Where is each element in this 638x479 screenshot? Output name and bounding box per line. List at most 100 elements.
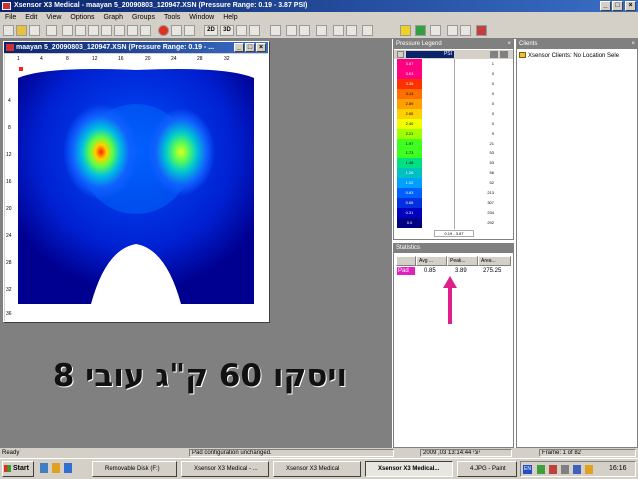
stats-col-peak[interactable]: Peak... xyxy=(447,256,478,266)
doc-icon xyxy=(6,44,14,51)
group-icon[interactable] xyxy=(430,25,441,36)
prev-frame-icon[interactable] xyxy=(75,25,86,36)
quicklaunch-folder-icon[interactable] xyxy=(52,463,60,473)
legend-range-label: 0.19 - 3.87 xyxy=(434,230,474,237)
x-tick: 8 xyxy=(66,56,69,62)
rectangle-icon[interactable] xyxy=(447,25,458,36)
menu-file[interactable]: File xyxy=(5,14,16,21)
stats-col-avg[interactable]: Avg ... xyxy=(416,256,447,266)
menu-view[interactable]: View xyxy=(46,14,61,21)
quicklaunch-browser-icon[interactable] xyxy=(64,463,72,473)
task-paint[interactable]: 4.JPG - Paint xyxy=(457,461,517,477)
usb-icon[interactable] xyxy=(573,465,581,474)
ellipse-icon[interactable] xyxy=(460,25,471,36)
grid-icon[interactable] xyxy=(236,25,247,36)
pause-icon[interactable] xyxy=(101,25,112,36)
loop-icon[interactable] xyxy=(171,25,182,36)
status-bar: Ready Pad configuration unchanged. 2009 … xyxy=(0,448,638,458)
zoom-icon[interactable] xyxy=(286,25,297,36)
legend-arrow-icon[interactable] xyxy=(490,51,498,58)
status-frame: Frame: 1 of 82 xyxy=(539,449,636,457)
clock: 16:16 xyxy=(609,465,627,472)
3d-view-button[interactable]: 3D xyxy=(220,25,234,36)
menu-tools[interactable]: Tools xyxy=(164,14,180,21)
table-icon[interactable] xyxy=(270,25,281,36)
legend-toolbar: PSI xyxy=(394,50,513,59)
slide-caption: ויסקו 60 ק"ג עובי 8 xyxy=(52,358,348,394)
next-frame-icon[interactable] xyxy=(127,25,138,36)
last-frame-icon[interactable] xyxy=(140,25,151,36)
cross-icon[interactable] xyxy=(333,25,344,36)
menu-edit[interactable]: Edit xyxy=(25,14,37,21)
marker-icon[interactable] xyxy=(476,25,487,36)
pressure-hotspot-right xyxy=(147,108,215,196)
maximize-button[interactable]: □ xyxy=(612,1,623,11)
x-tick: 20 xyxy=(145,56,151,62)
print-icon[interactable] xyxy=(46,25,57,36)
legend-count: 307 xyxy=(487,200,494,206)
y-tick: 12 xyxy=(6,152,12,158)
play-icon[interactable] xyxy=(114,25,125,36)
menu-groups[interactable]: Groups xyxy=(132,14,155,21)
legend-count: 0 xyxy=(491,100,494,106)
language-indicator[interactable]: EN xyxy=(523,465,532,474)
volume-icon[interactable] xyxy=(561,465,569,474)
pressure-map-window-titlebar[interactable]: maayan 5_20090803_120947.XSN (Pressure R… xyxy=(4,42,268,53)
pencil-icon[interactable] xyxy=(400,25,411,36)
plot-maximize-button[interactable]: □ xyxy=(245,43,255,52)
x-tick: 16 xyxy=(118,56,124,62)
plot-close-button[interactable]: × xyxy=(256,43,266,52)
status-datetime: 2009 ,03 יוני 13:14:44 xyxy=(420,449,512,457)
menu-window[interactable]: Window xyxy=(189,14,214,21)
pane-close-icon[interactable]: × xyxy=(507,40,511,49)
x-tick: 32 xyxy=(224,56,230,62)
clients-close-icon[interactable]: × xyxy=(631,40,635,49)
minimize-button[interactable]: _ xyxy=(600,1,611,11)
move-icon[interactable] xyxy=(415,25,426,36)
y-tick: 20 xyxy=(6,206,12,212)
open-icon[interactable] xyxy=(16,25,27,36)
clients-list-item[interactable]: Xsensor Clients: No Location Sele xyxy=(519,52,637,61)
menu-help[interactable]: Help xyxy=(223,14,237,21)
pressure-map-area[interactable]: 1 4 8 12 16 20 24 28 32 4 8 12 16 20 24 … xyxy=(5,54,268,321)
record-icon[interactable] xyxy=(158,25,169,36)
toolbar: 2D 3D xyxy=(0,23,638,39)
pressure-map-window[interactable]: maayan 5_20090803_120947.XSN (Pressure R… xyxy=(3,41,269,322)
save-icon[interactable] xyxy=(29,25,40,36)
bar-chart-icon[interactable] xyxy=(249,25,260,36)
stats-row-label[interactable]: Pad xyxy=(397,267,415,275)
settings-icon[interactable] xyxy=(184,25,195,36)
network-icon[interactable] xyxy=(537,465,545,474)
menu-options[interactable]: Options xyxy=(70,14,94,21)
task-xsensor-active[interactable]: Xsensor X3 Medical... xyxy=(365,461,453,477)
legend-counts: 1 0 0 0 0 0 0 9 21 53 53 56 52 213 307 234 292 xyxy=(394,59,513,228)
crop-icon[interactable] xyxy=(346,25,357,36)
first-frame-icon[interactable] xyxy=(62,25,73,36)
measure-icon[interactable] xyxy=(299,25,310,36)
legend-count: 213 xyxy=(487,190,494,196)
task-xsensor-2[interactable]: Xsensor X3 Medical xyxy=(273,461,361,477)
legend-pin-icon[interactable] xyxy=(500,51,508,58)
y-tick: 24 xyxy=(6,233,12,239)
update-icon[interactable] xyxy=(585,465,593,474)
stats-area-value: 275.25 xyxy=(483,268,502,274)
2d-view-button[interactable]: 2D xyxy=(204,25,218,36)
pressure-heatmap[interactable] xyxy=(16,64,256,309)
legend-config-icon[interactable] xyxy=(397,51,404,58)
start-button[interactable]: Start xyxy=(2,461,34,477)
stats-col-area[interactable]: Area... xyxy=(478,256,511,266)
help-icon[interactable] xyxy=(362,25,373,36)
stop-icon[interactable] xyxy=(88,25,99,36)
quicklaunch-desktop-icon[interactable] xyxy=(40,463,48,473)
unit-select[interactable]: PSI xyxy=(406,51,454,58)
close-button[interactable]: × xyxy=(625,1,636,11)
security-icon[interactable] xyxy=(549,465,557,474)
select-icon[interactable] xyxy=(316,25,327,36)
folder-icon xyxy=(519,52,526,59)
statistics-title: Statistics xyxy=(396,245,421,251)
plot-minimize-button[interactable]: _ xyxy=(234,43,244,52)
new-icon[interactable] xyxy=(3,25,14,36)
task-xsensor-1[interactable]: Xsensor X3 Medical - ... xyxy=(181,461,269,477)
menu-graph[interactable]: Graph xyxy=(104,14,123,21)
task-removable-disk[interactable]: Removable Disk (F:) xyxy=(92,461,177,477)
